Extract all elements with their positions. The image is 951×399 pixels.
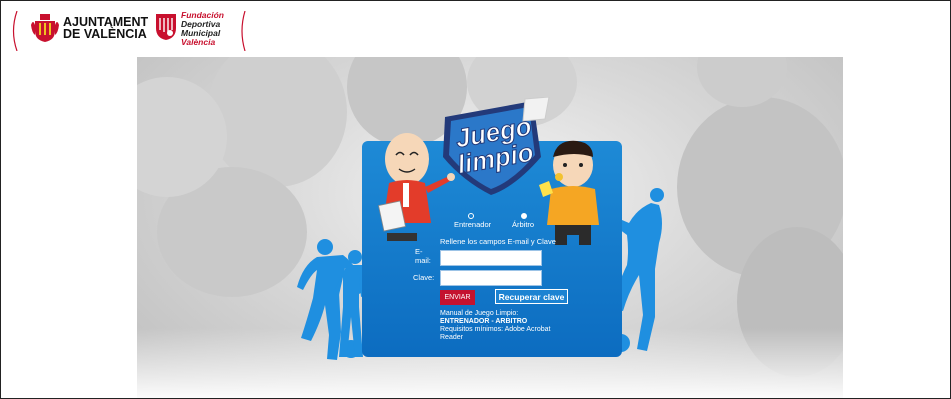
- form-instructions: Rellene los campos E-mail y Clave: [440, 237, 556, 246]
- requirements-line2: Reader: [440, 334, 463, 341]
- manual-intro: Manual de Juego Limpio:: [440, 310, 519, 317]
- fundacion-text: Fundación Deportiva Municipal València: [181, 11, 224, 47]
- email-label-line2: mail:: [415, 256, 431, 265]
- site-header: AJUNTAMENT DE VALÈNCIA Fundación Deporti…: [1, 1, 950, 57]
- radio-entrenador-label[interactable]: Entrenador: [454, 221, 491, 229]
- email-label-line1: E-: [415, 247, 423, 256]
- radio-entrenador[interactable]: [468, 213, 474, 219]
- manual-arbitro-link[interactable]: ARBITRO: [495, 318, 527, 325]
- right-bracket-curve: [241, 11, 246, 51]
- password-label: Clave:: [413, 273, 435, 282]
- password-input[interactable]: [440, 270, 542, 286]
- manual-links: ENTRENADOR - ARBITRO: [440, 318, 580, 326]
- ajuntament-line2: DE VALÈNCIA: [63, 27, 147, 41]
- fundacion-line4: València: [181, 37, 216, 47]
- radio-arbitro-label[interactable]: Árbitro: [512, 221, 534, 229]
- radio-arbitro[interactable]: [521, 213, 527, 219]
- fundacion-deportiva-logo[interactable]: Fundación Deportiva Municipal València: [155, 11, 235, 47]
- manual-entrenador-link[interactable]: ENTRENADOR: [440, 318, 489, 325]
- fdm-emblem-icon: [156, 14, 176, 40]
- ajuntament-text: AJUNTAMENT DE VALÈNCIA: [63, 16, 148, 41]
- page-frame: AJUNTAMENT DE VALÈNCIA Fundación Deporti…: [0, 0, 951, 399]
- ajuntament-valencia-logo[interactable]: AJUNTAMENT DE VALÈNCIA: [31, 13, 148, 43]
- recover-password-button[interactable]: Recuperar clave: [495, 289, 568, 304]
- juego-limpio-logo: Juego limpio: [443, 97, 550, 195]
- valencia-crest-icon: [31, 14, 59, 42]
- left-bracket-curve: [12, 11, 18, 51]
- submit-button[interactable]: ENVIAR: [440, 290, 475, 305]
- manual-section: Manual de Juego Limpio: ENTRENADOR - ARB…: [440, 310, 580, 342]
- requirements-line1: Requisitos mínimos: Adobe Acrobat: [440, 326, 551, 333]
- email-input[interactable]: [440, 250, 542, 266]
